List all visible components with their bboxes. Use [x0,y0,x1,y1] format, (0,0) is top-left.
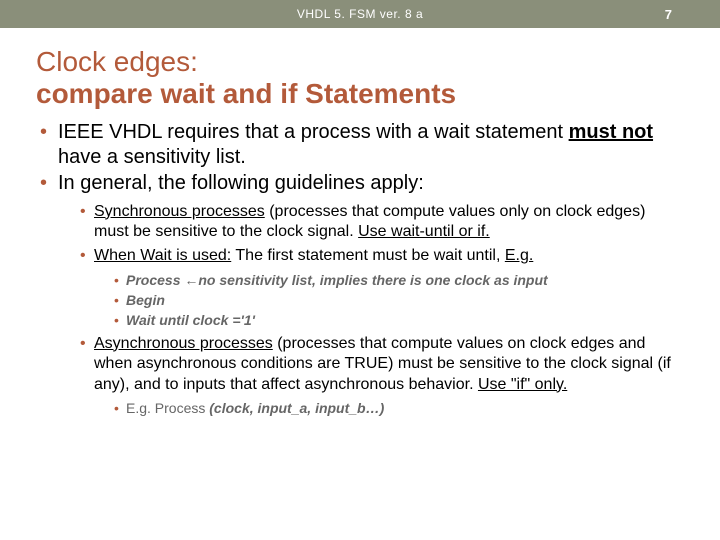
sub-3-asynch: Asynchronous processes [94,335,273,352]
slide-content: Clock edges: compare wait and if Stateme… [0,28,720,418]
header-title: VHDL 5. FSM ver. 8 a [297,7,423,21]
bullet-1-post: have a sensitivity list. [58,146,246,168]
code-1-b: no sensitivity list, implies there is on… [198,272,547,288]
slide-header: VHDL 5. FSM ver. 8 a 7 [0,0,720,28]
sub-2: When Wait is used: The first statement m… [80,246,684,329]
code-4: E.g. Process (clock, input_a, input_b…) [114,399,684,418]
bullet-list-level1: IEEE VHDL requires that a process with a… [36,120,684,418]
code-1-a: Process [126,272,184,288]
sub-3-use: Use "if" only. [478,376,567,393]
title-line-2: compare wait and if Statements [36,78,684,110]
code-2: Begin [114,291,684,310]
left-arrow-icon: ← [184,272,198,288]
sub-2-mid: The first statement must be wait until, [231,247,505,264]
bullet-1: IEEE VHDL requires that a process with a… [40,120,684,169]
sub-2-eg: E.g. [505,247,533,264]
code-4-a: E.g. Process [126,400,209,416]
bullet-list-level3b: E.g. Process (clock, input_a, input_b…) [94,399,684,418]
bullet-1-pre: IEEE VHDL requires that a process with a… [58,121,569,143]
bullet-2: In general, the following guidelines app… [40,171,684,418]
sub-3: Asynchronous processes (processes that c… [80,334,684,418]
sub-1-synch: Synchronous processes [94,203,265,220]
sub-1-use: Use wait-until or if. [358,223,490,240]
title-line-1: Clock edges: [36,46,684,78]
bullet-2-text: In general, the following guidelines app… [58,172,424,194]
sub-1: Synchronous processes (processes that co… [80,202,684,243]
header-page-number: 7 [665,7,672,22]
bullet-list-level3a: Process ←no sensitivity list, implies th… [94,271,684,330]
sub-2-pre: When Wait is used: [94,247,231,264]
code-4-b: (clock, input_a, input_b…) [209,400,384,416]
code-1: Process ←no sensitivity list, implies th… [114,271,684,290]
bullet-1-mustnot: must not [569,121,653,143]
bullet-list-level2: Synchronous processes (processes that co… [58,202,684,418]
code-3: Wait until clock ='1' [114,311,684,330]
